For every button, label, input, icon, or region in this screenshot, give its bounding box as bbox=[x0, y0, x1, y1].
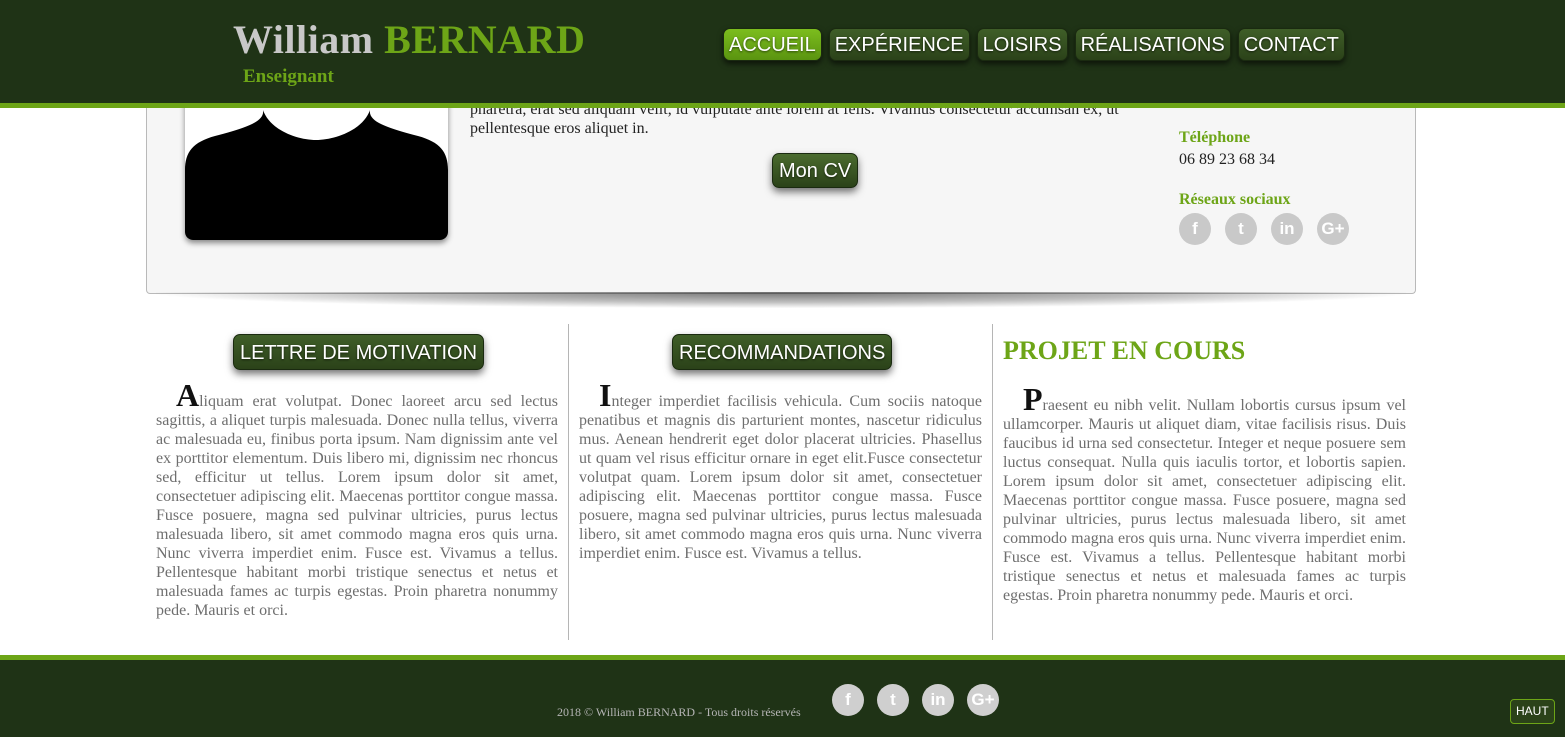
google-plus-icon[interactable]: G+ bbox=[967, 684, 999, 716]
column-divider bbox=[568, 324, 569, 640]
drop-cap: A bbox=[176, 377, 200, 413]
motivation-paragraph: liquam erat volutpat. Donec laoreet arcu… bbox=[156, 393, 558, 619]
facebook-icon[interactable]: f bbox=[832, 684, 864, 716]
motivation-text: Aliquam erat volutpat. Donec laoreet arc… bbox=[156, 379, 558, 620]
facebook-icon[interactable]: f bbox=[1179, 213, 1211, 245]
motivation-column: LETTRE DE MOTIVATION Aliquam erat volutp… bbox=[156, 324, 558, 640]
google-plus-icon[interactable]: G+ bbox=[1317, 213, 1349, 245]
nav-contact[interactable]: CONTACT bbox=[1237, 28, 1345, 61]
nav-accueil[interactable]: ACCUEIL bbox=[723, 28, 822, 61]
drop-cap: P bbox=[1023, 381, 1043, 417]
recommandations-paragraph: nteger imperdiet facilisis vehicula. Cum… bbox=[579, 393, 982, 562]
footer-social-links: f t in G+ bbox=[832, 684, 999, 716]
recommandations-text: Integer imperdiet facilisis vehicula. Cu… bbox=[579, 379, 982, 563]
projet-title: PROJET EN COURS bbox=[1003, 336, 1246, 365]
column-divider bbox=[992, 324, 993, 640]
projet-text: Praesent eu nibh velit. Nullam lobortis … bbox=[1003, 383, 1406, 605]
drop-cap: I bbox=[599, 377, 612, 413]
nav-loisirs[interactable]: LOISIRS bbox=[976, 28, 1068, 61]
twitter-icon[interactable]: t bbox=[877, 684, 909, 716]
projet-column: PROJET EN COURS Praesent eu nibh velit. … bbox=[1003, 324, 1406, 640]
main-nav: ACCUEIL EXPÉRIENCE LOISIRS RÉALISATIONS … bbox=[723, 28, 1345, 61]
panel-shadow bbox=[156, 292, 1406, 308]
nav-realisations[interactable]: RÉALISATIONS bbox=[1074, 28, 1231, 61]
profile-social-links: f t in G+ bbox=[1179, 213, 1349, 245]
linkedin-icon[interactable]: in bbox=[922, 684, 954, 716]
bio-last-line: pellentesque eros aliquet in. bbox=[470, 120, 649, 137]
twitter-icon[interactable]: t bbox=[1225, 213, 1257, 245]
social-label: Réseaux sociaux bbox=[1179, 191, 1291, 208]
motivation-button[interactable]: LETTRE DE MOTIVATION bbox=[233, 334, 485, 370]
recommandations-column: RECOMMANDATIONS Integer imperdiet facili… bbox=[579, 324, 982, 640]
projet-paragraph: raesent eu nibh velit. Nullam lobortis c… bbox=[1003, 397, 1406, 604]
linkedin-icon[interactable]: in bbox=[1271, 213, 1303, 245]
back-to-top-button[interactable]: HAUT bbox=[1510, 699, 1555, 724]
site-footer: 2018 © William BERNARD - Tous droits rés… bbox=[0, 655, 1565, 737]
copyright-text: 2018 © William BERNARD - Tous droits rés… bbox=[557, 705, 801, 719]
site-header: William BERNARD Enseignant ACCUEIL EXPÉR… bbox=[0, 0, 1565, 108]
nav-experience[interactable]: EXPÉRIENCE bbox=[828, 28, 970, 61]
phone-label: Téléphone bbox=[1179, 129, 1251, 146]
recommandations-button[interactable]: RECOMMANDATIONS bbox=[672, 334, 893, 370]
cv-button[interactable]: Mon CV bbox=[772, 153, 859, 188]
site-logo[interactable]: William BERNARD bbox=[233, 16, 585, 63]
phone-value: 06 89 23 68 34 bbox=[1179, 151, 1275, 168]
logo-last-name: BERNARD bbox=[384, 17, 586, 62]
site-subtitle: Enseignant bbox=[243, 66, 334, 87]
logo-first-name: William bbox=[233, 17, 374, 62]
